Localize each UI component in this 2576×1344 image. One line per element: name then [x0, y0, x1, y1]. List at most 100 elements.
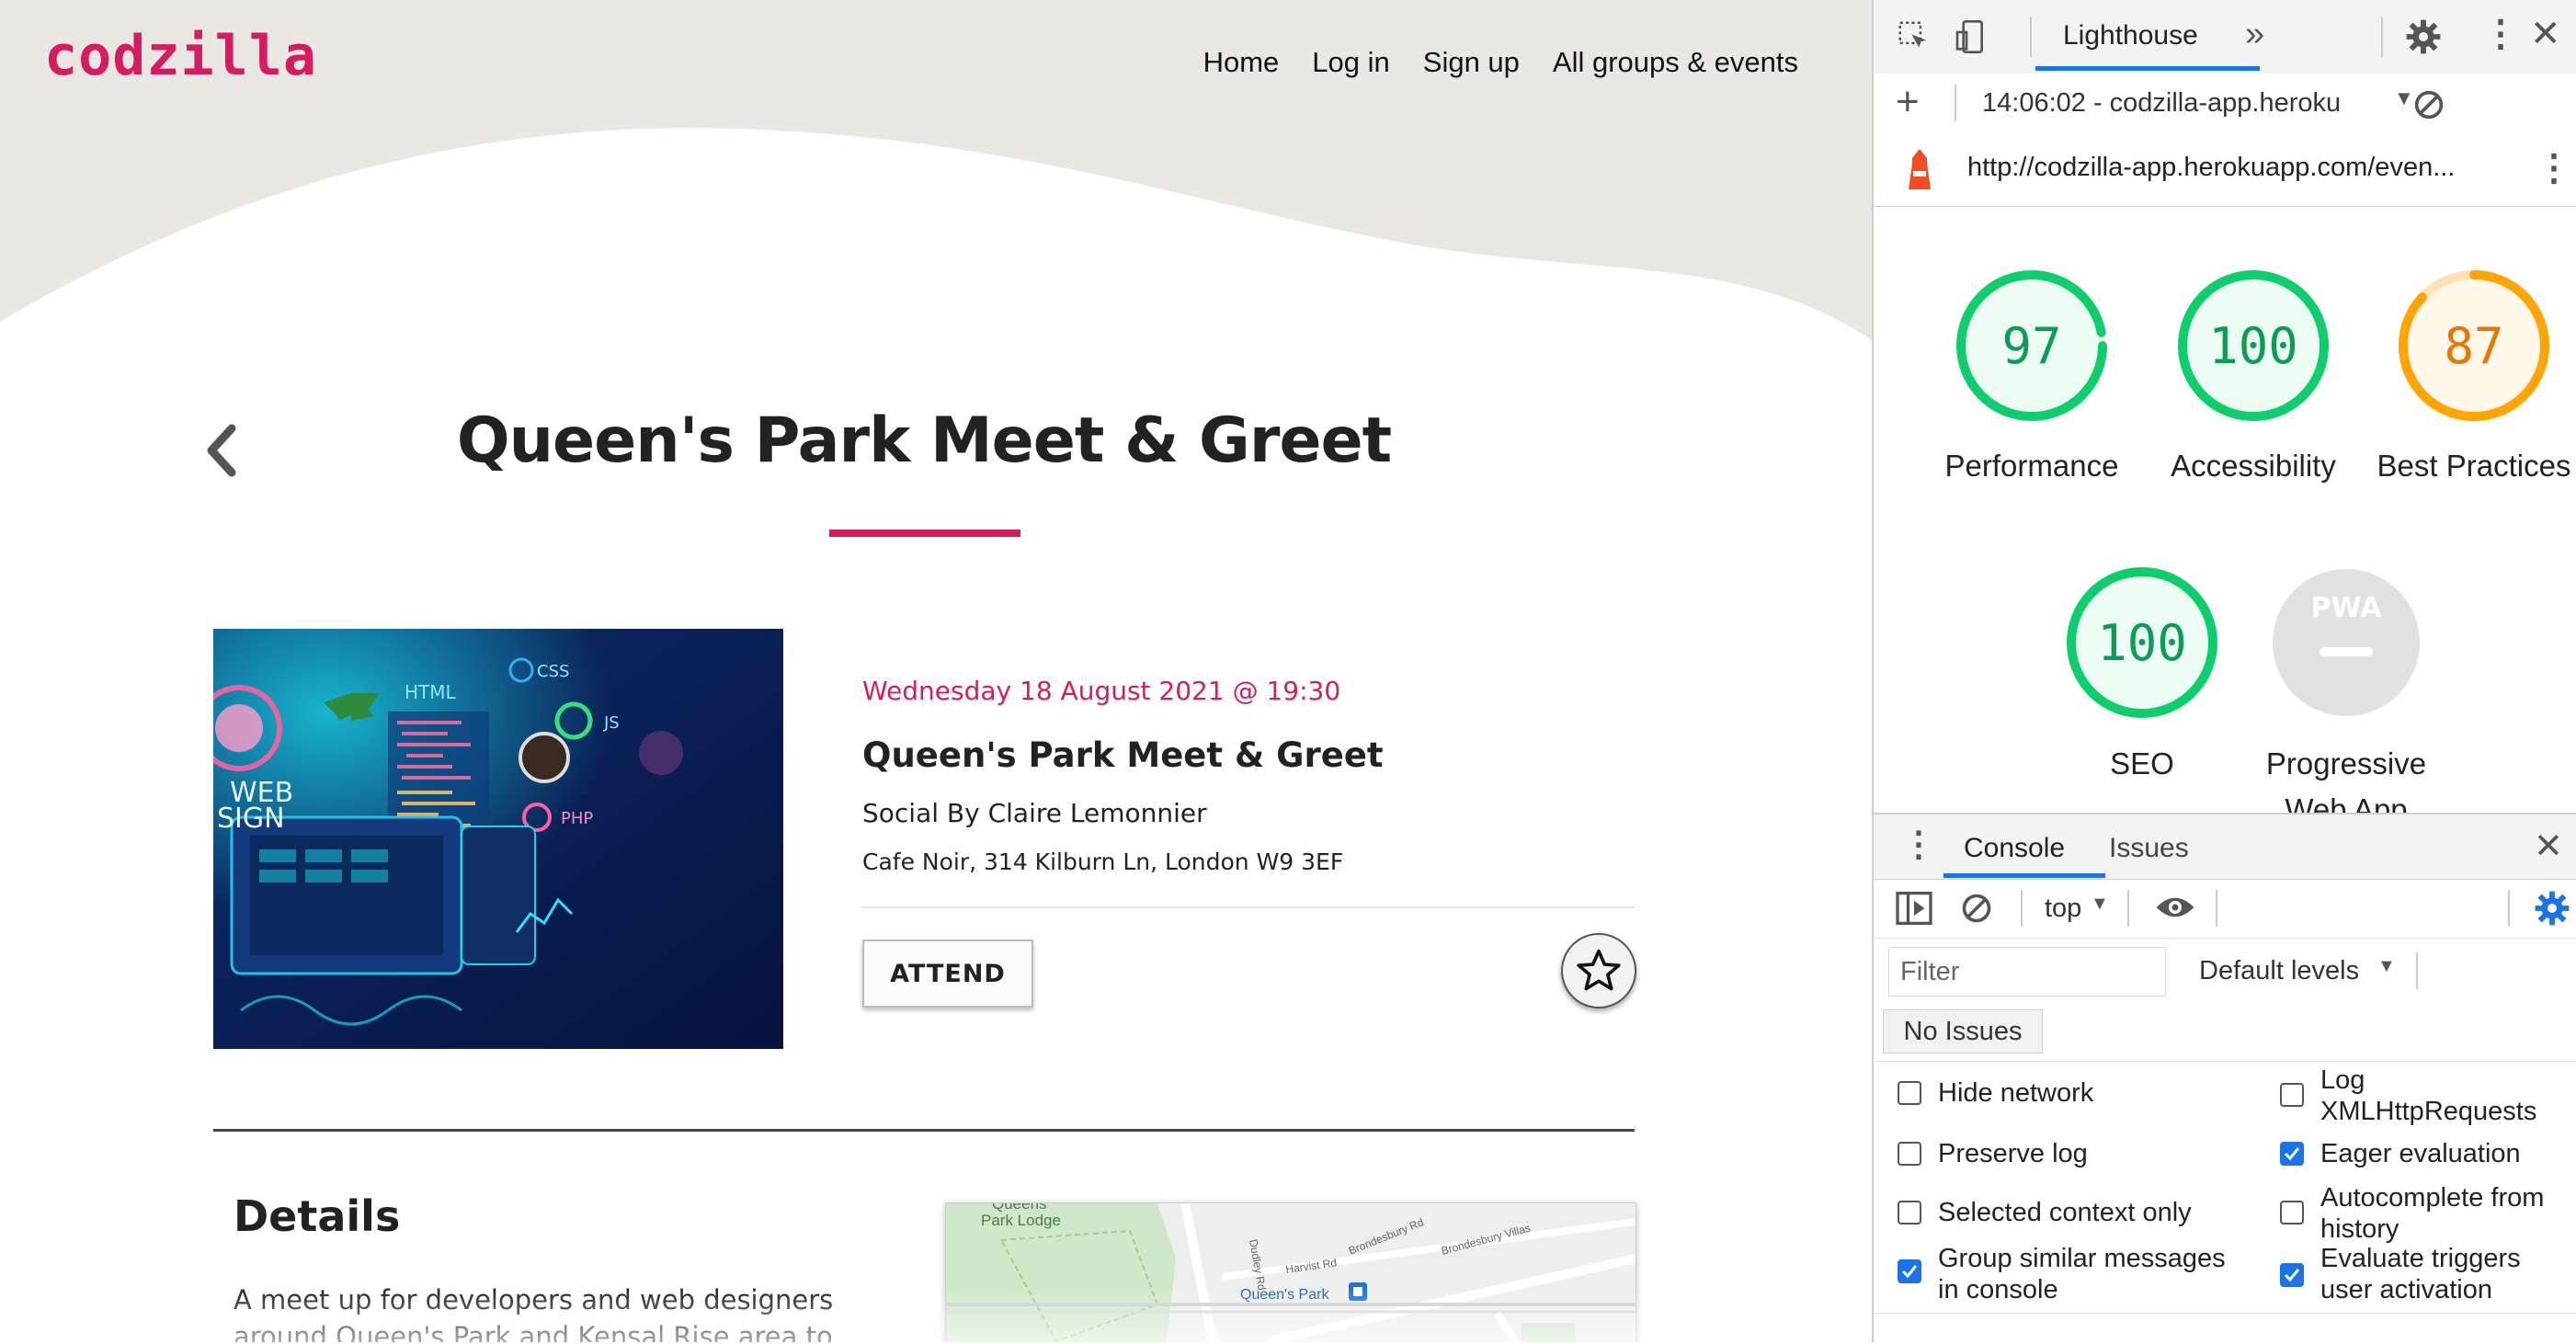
lighthouse-icon [1909, 149, 1931, 189]
gauge-label-accessibility: Accessibility [2171, 449, 2336, 483]
nav-all-groups-events[interactable]: All groups & events [1553, 46, 1798, 79]
console-toolbar: top ▼ [1874, 879, 2576, 939]
image-label-js: JS [603, 713, 620, 733]
divider [1874, 1313, 2576, 1314]
divider [862, 906, 1635, 908]
image-label-sign: SIGN [217, 803, 285, 835]
gauge-pwa[interactable]: PWA [2268, 564, 2424, 721]
group-similar-checkbox[interactable] [1898, 1259, 1921, 1283]
selected-context-label: Selected context only [1938, 1198, 2192, 1227]
gauge-value: 87 [2444, 317, 2504, 375]
gauge-value: 100 [2208, 317, 2298, 375]
page-title: Queen's Park Meet & Greet [456, 404, 1392, 477]
report-menu-icon[interactable]: ⋮ [2536, 147, 2572, 189]
clear-console-icon[interactable] [1960, 892, 1993, 925]
log-xhr-checkbox[interactable] [2280, 1083, 2304, 1107]
report-select[interactable]: 14:06:02 - codzilla-app.heroku [1982, 88, 2387, 119]
more-tabs-chevron-icon[interactable]: » [2245, 15, 2264, 54]
gauge-performance[interactable]: 97 [1954, 268, 2110, 424]
log-levels-select[interactable]: Default levels [2199, 956, 2359, 986]
event-address: Cafe Noir, 314 Kilburn Ln, London W9 3EF [862, 849, 1344, 875]
gauge-label-pwa: Progressive Web App [2265, 746, 2427, 813]
toolbar-separator [2508, 890, 2510, 927]
site-logo[interactable]: codzilla [44, 24, 317, 88]
no-issues-label: No Issues [1903, 1017, 2023, 1046]
device-toolbar-icon[interactable] [1953, 18, 1989, 55]
event-organiser: Social By Claire Lemonnier [862, 798, 1207, 828]
event-image: HTML CSS JS PHP WEB SIGN [213, 629, 783, 1049]
evaluate-triggers-label: Evaluate triggers user activation [2320, 1244, 2521, 1304]
nav-home[interactable]: Home [1203, 46, 1280, 79]
evaluate-triggers-checkbox[interactable] [2280, 1263, 2304, 1287]
tab-lighthouse[interactable]: Lighthouse [2063, 20, 2198, 51]
autocomplete-history-label: Autocomplete from history [2320, 1183, 2545, 1244]
clear-reports-icon[interactable] [2411, 86, 2447, 123]
toolbar-separator [2381, 17, 2383, 57]
nav-sign-up[interactable]: Sign up [1423, 46, 1520, 79]
toolbar-separator [2030, 17, 2032, 57]
pwa-badge-text: PWA [2310, 592, 2382, 624]
tab-issues[interactable]: Issues [2109, 833, 2189, 864]
no-issues-button[interactable]: No Issues [1883, 1009, 2043, 1054]
group-similar-label: Group similar messages in console [1938, 1244, 2226, 1304]
new-report-plus-icon[interactable]: + [1896, 79, 1920, 125]
close-icon[interactable]: ✕ [2530, 13, 2561, 55]
map-graphic: Queens Park Lodge Queen's Park Dudley Rd… [946, 1203, 1636, 1342]
inspect-element-icon[interactable] [1896, 18, 1931, 53]
main-nav: Home Log in Sign up All groups & events [1203, 46, 1798, 79]
show-sidebar-icon[interactable] [1896, 892, 1932, 925]
eager-evaluation-checkbox[interactable] [2280, 1142, 2304, 1166]
settings-gear-icon[interactable] [2405, 18, 2442, 55]
selected-context-checkbox[interactable] [1898, 1201, 1921, 1224]
pwa-badge-icon [2273, 569, 2420, 716]
lighthouse-report-bar: + 14:06:02 - codzilla-app.heroku ▼ [1874, 74, 2576, 133]
map-label-station: Queen's Park [1240, 1287, 1329, 1303]
checkmark-icon [2284, 1147, 2300, 1161]
report-url-bar: http://codzilla-app.herokuapp.com/even..… [1874, 132, 2576, 207]
filter-input[interactable]: Filter [1888, 947, 2166, 997]
event-name: Queen's Park Meet & Greet [862, 735, 1384, 775]
event-map[interactable]: Queens Park Lodge Queen's Park Dudley Rd… [945, 1202, 1636, 1342]
details-text: A meet up for developers and web designe… [234, 1284, 834, 1342]
image-label-html: HTML [405, 681, 457, 703]
image-label-css: CSS [537, 662, 569, 681]
gauge-seo[interactable]: 100 [2064, 564, 2220, 721]
toolbar-separator [2416, 952, 2418, 989]
drawer-menu-icon[interactable]: ⋮ [1901, 824, 1936, 865]
eager-evaluation-label: Eager evaluation [2320, 1139, 2521, 1168]
tab-console[interactable]: Console [1964, 833, 2065, 864]
log-levels-dropdown-icon[interactable]: ▼ [2377, 956, 2396, 977]
gauge-label-seo: SEO [2110, 746, 2174, 780]
image-label-php: PHP [561, 809, 593, 828]
hide-network-checkbox[interactable] [1898, 1081, 1921, 1105]
nav-log-in[interactable]: Log in [1312, 46, 1389, 79]
kebab-menu-icon[interactable]: ⋮ [2482, 13, 2519, 55]
context-dropdown-icon[interactable]: ▼ [2091, 894, 2109, 915]
section-divider [213, 1129, 1635, 1132]
context-select[interactable]: top [2045, 894, 2081, 924]
gauge-value: 100 [2097, 614, 2187, 672]
drawer-close-icon[interactable]: ✕ [2534, 826, 2563, 867]
active-tab-indicator [2035, 66, 2260, 71]
checkmark-icon [1901, 1265, 1918, 1279]
details-heading: Details [234, 1191, 401, 1241]
divider [1874, 1061, 2576, 1062]
preserve-log-label: Preserve log [1938, 1139, 2088, 1168]
toolbar-separator [2127, 890, 2129, 927]
report-url: http://codzilla-app.herokuapp.com/even..… [1967, 153, 2456, 182]
active-tab-indicator [1943, 873, 2105, 878]
console-settings-gear-icon[interactable] [2534, 890, 2570, 927]
gauge-accessibility[interactable]: 100 [2175, 268, 2331, 424]
gauge-label-performance: Performance [1944, 449, 2119, 483]
web-page: codzilla Home Log in Sign up All groups … [0, 0, 1872, 1342]
filter-placeholder: Filter [1900, 957, 1960, 986]
live-expression-eye-icon[interactable] [2155, 894, 2195, 921]
gauge-value: 97 [2001, 317, 2062, 375]
toolbar-separator [2021, 890, 2023, 927]
devtools-panel: Lighthouse » ⋮ ✕ + 14:06:02 - codzilla-a… [1872, 0, 2576, 1344]
preserve-log-checkbox[interactable] [1898, 1142, 1921, 1166]
attend-button[interactable]: ATTEND [862, 940, 1033, 1008]
autocomplete-history-checkbox[interactable] [2280, 1201, 2304, 1224]
gauge-best-practices[interactable]: 87 [2396, 268, 2552, 424]
favourite-button[interactable] [1561, 933, 1636, 1008]
